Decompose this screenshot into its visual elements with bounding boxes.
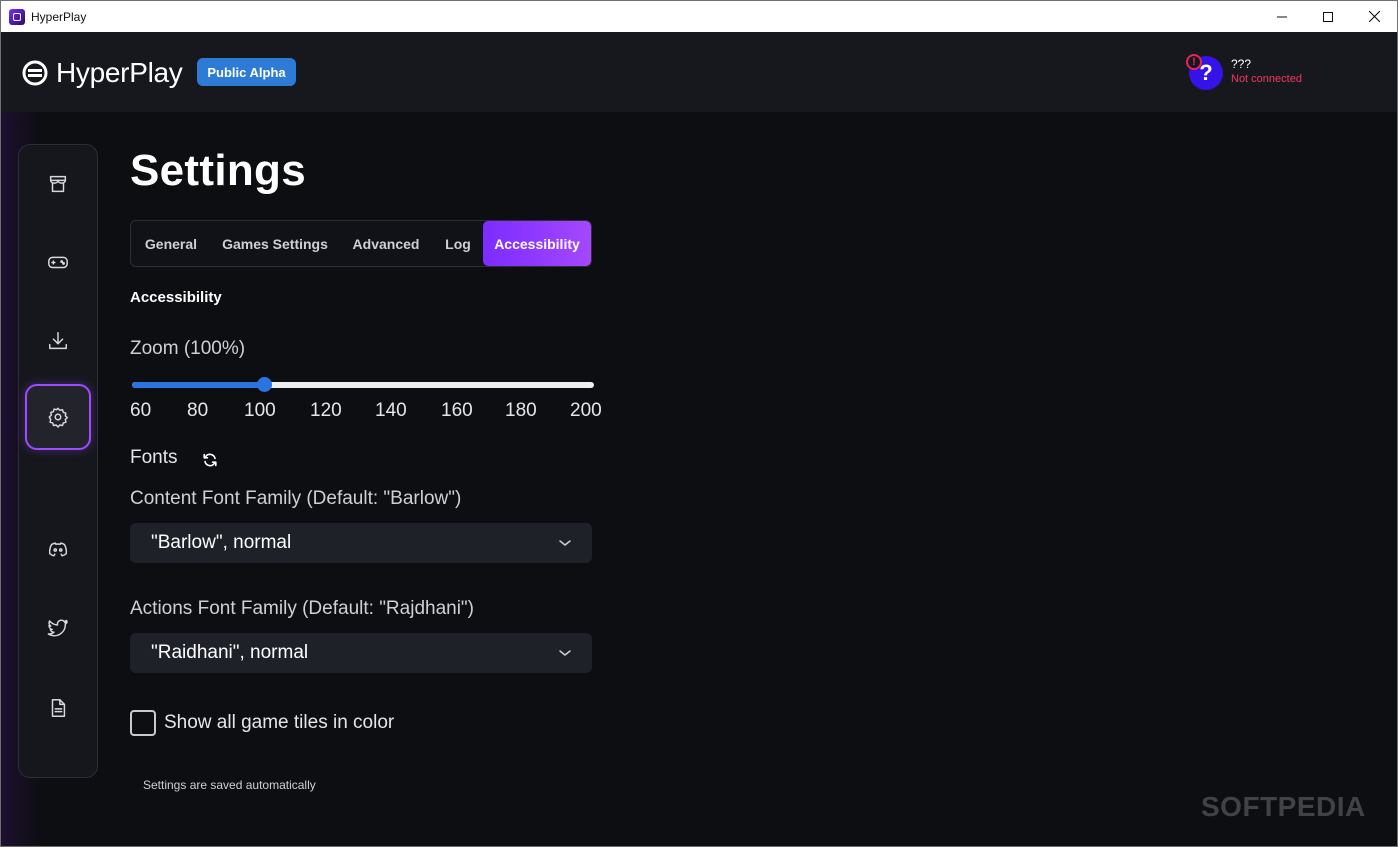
zoom-tick: 60	[130, 400, 152, 421]
refresh-icon[interactable]	[202, 452, 218, 468]
section-title: Accessibility	[130, 289, 222, 306]
autosave-note: Settings are saved automatically	[143, 778, 316, 792]
wallet-connection-status: Not connected	[1231, 73, 1302, 85]
maximize-icon	[1323, 11, 1333, 22]
app-icon	[9, 8, 25, 25]
minimize-button[interactable]	[1259, 1, 1305, 32]
content-font-value: "Barlow", normal	[151, 532, 292, 553]
chevron-down-icon	[559, 540, 571, 546]
hyperplay-logo-icon	[22, 60, 48, 86]
tab-advanced[interactable]: Advanced	[339, 221, 433, 266]
title-bar: HyperPlay	[1, 1, 1397, 32]
color-tiles-label[interactable]: Show all game tiles in color	[164, 712, 394, 734]
zoom-tick: 200	[570, 400, 602, 421]
logo-text: HyperPlay	[56, 57, 183, 88]
app-window: HyperPlay HyperPlay Public Alpha ? ! ???…	[0, 0, 1398, 847]
close-icon	[1368, 11, 1380, 22]
zoom-tick: 140	[375, 400, 407, 421]
actions-font-value: "Raidhani", normal	[151, 642, 309, 663]
settings-tabs: General Games Settings Advanced Log Acce…	[130, 220, 592, 267]
sidebar-item-store[interactable]	[25, 151, 91, 217]
wallet-name: ???	[1231, 57, 1252, 71]
content-font-select[interactable]: "Barlow", normal	[130, 523, 592, 563]
sidebar-item-settings[interactable]	[25, 384, 91, 450]
zoom-slider-fill	[132, 382, 264, 388]
actions-font-label: Actions Font Family (Default: "Rajdhani"…	[130, 598, 475, 619]
zoom-tick: 100	[244, 400, 276, 421]
chevron-down-icon	[559, 650, 571, 656]
tab-general[interactable]: General	[131, 221, 211, 266]
gamepad-icon	[48, 256, 68, 269]
zoom-slider-thumb[interactable]	[257, 377, 272, 392]
document-icon	[51, 699, 66, 717]
zoom-ticks: 60 80 100 120 140 160 180 200	[130, 400, 610, 424]
softpedia-watermark: SOFTPEDIA	[1201, 791, 1366, 822]
tab-games-settings[interactable]: Games Settings	[211, 221, 339, 266]
color-tiles-option[interactable]: Show all game tiles in color	[130, 710, 394, 736]
actions-font-select[interactable]: "Raidhani", normal	[130, 633, 592, 673]
public-alpha-badge: Public Alpha	[197, 58, 296, 86]
window-title: HyperPlay	[31, 9, 87, 24]
zoom-tick: 120	[310, 400, 342, 421]
hyperplay-logo[interactable]: HyperPlay	[22, 57, 183, 89]
tab-accessibility[interactable]: Accessibility	[483, 221, 591, 266]
page-title: Settings	[130, 146, 306, 195]
settings-icon	[48, 407, 69, 428]
sidebar-item-documentation[interactable]	[25, 675, 91, 741]
color-tiles-checkbox[interactable]	[130, 710, 156, 736]
minimize-icon	[1277, 16, 1287, 17]
close-button[interactable]	[1351, 1, 1397, 32]
maximize-button[interactable]	[1305, 1, 1351, 32]
twitter-icon	[47, 619, 68, 637]
download-icon	[49, 332, 67, 350]
zoom-slider[interactable]	[132, 377, 594, 393]
sidebar-item-discord[interactable]	[25, 517, 91, 583]
sidebar-item-downloads[interactable]	[25, 308, 91, 374]
window-controls	[1259, 1, 1397, 32]
content-font-label: Content Font Family (Default: "Barlow")	[130, 488, 462, 509]
alert-symbol: !	[1192, 56, 1196, 68]
zoom-tick: 160	[441, 400, 473, 421]
app-header: HyperPlay Public Alpha ? ! ??? Not conne…	[1, 32, 1397, 112]
store-icon	[49, 175, 67, 193]
discord-icon	[48, 542, 68, 557]
sidebar-item-library[interactable]	[25, 229, 91, 295]
tab-log[interactable]: Log	[433, 221, 483, 266]
sidebar-item-twitter[interactable]	[25, 595, 91, 661]
wallet-status[interactable]: ? ! ??? Not connected	[1185, 54, 1325, 94]
zoom-tick: 180	[505, 400, 537, 421]
fonts-label: Fonts	[130, 447, 178, 468]
zoom-tick: 80	[187, 400, 209, 421]
sidebar	[18, 144, 98, 778]
zoom-label: Zoom (100%)	[130, 338, 246, 359]
alert-icon: !	[1186, 54, 1202, 70]
